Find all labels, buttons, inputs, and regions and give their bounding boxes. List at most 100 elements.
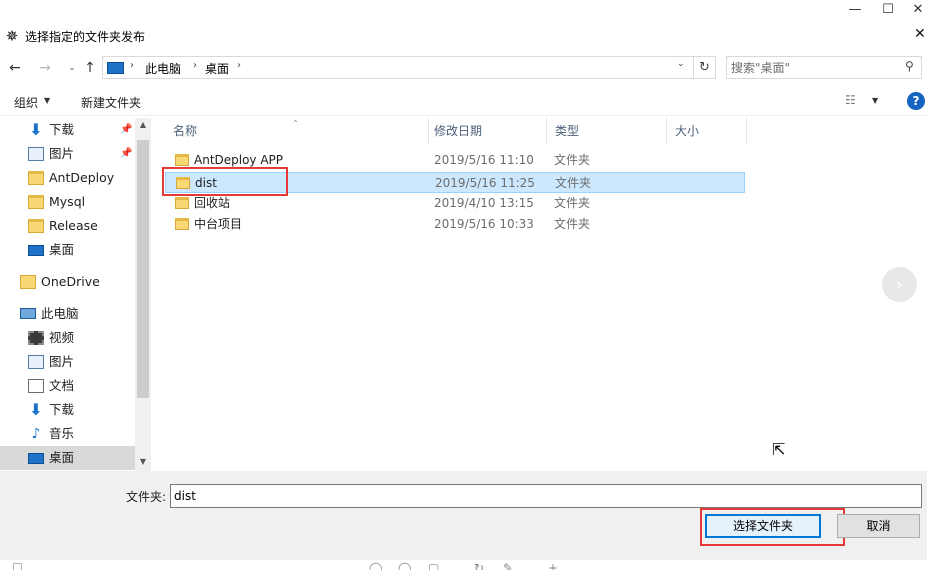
circle-icon[interactable]: ◯	[398, 562, 411, 570]
back-arrow-icon[interactable]: ←	[5, 57, 25, 79]
sidebar-item-label: 桌面	[49, 450, 75, 465]
file-date: 2019/5/16 10:33	[434, 217, 534, 231]
cancel-button[interactable]: 取消	[837, 514, 920, 538]
download-icon: ⬇	[29, 120, 43, 139]
view-details-icon[interactable]: ☷	[845, 93, 856, 107]
pin-icon[interactable]: 📌	[120, 118, 132, 142]
next-arrow-icon[interactable]: ›	[882, 267, 917, 302]
sidebar-item-antdeploy[interactable]: AntDeploy	[0, 166, 135, 190]
breadcrumb-separator[interactable]: ›	[237, 60, 241, 71]
sidebar-item-release[interactable]: Release	[0, 214, 135, 238]
sidebar-item-label: 下载	[49, 402, 75, 417]
dialog-close-icon[interactable]: ✕	[914, 26, 926, 42]
caret-down-icon[interactable]: ▼	[44, 96, 50, 105]
breadcrumb-desktop[interactable]: 桌面	[205, 60, 229, 77]
column-header-size[interactable]: 大小	[667, 118, 747, 144]
sidebar-item-label: 图片	[49, 146, 75, 161]
sidebar-item-mysql[interactable]: Mysql	[0, 190, 135, 214]
column-header-date[interactable]: 修改日期	[426, 118, 547, 144]
ant-icon: ✵	[5, 27, 19, 45]
square-icon[interactable]: ▢	[428, 562, 439, 570]
command-toolbar: 组织 ▼ 新建文件夹 ☷ ▼ ?	[0, 86, 927, 116]
sidebar-item-documents[interactable]: 文档	[0, 374, 135, 398]
folder-name-input[interactable]	[170, 484, 922, 508]
close-button[interactable]: ✕	[900, 0, 927, 20]
column-header-type[interactable]: 类型	[547, 118, 667, 144]
new-folder-button[interactable]: 新建文件夹	[81, 94, 141, 111]
folder-icon	[28, 171, 44, 185]
sort-ascending-icon: ⌃	[292, 119, 299, 128]
sidebar-item-label: 桌面	[49, 242, 75, 257]
file-type: 文件夹	[554, 196, 591, 210]
file-name: 中台项目	[194, 217, 243, 231]
sidebar-item-downloads[interactable]: ⬇ 下载	[0, 398, 135, 422]
sidebar-item-onedrive[interactable]: OneDrive	[0, 270, 135, 294]
documents-icon	[28, 379, 44, 393]
chevron-down-icon[interactable]: ⌄	[677, 59, 685, 69]
pictures-icon	[28, 355, 44, 369]
minimize-button[interactable]: —	[837, 0, 873, 20]
circle-icon[interactable]: ◯	[369, 562, 382, 570]
organize-button[interactable]: 组织	[14, 94, 38, 111]
table-row[interactable]: 回收站 2019/4/10 13:15 文件夹	[165, 193, 745, 214]
highlight-box	[162, 167, 288, 196]
refresh-icon[interactable]: ↻	[694, 56, 716, 79]
checkbox-icon[interactable]: ☐	[12, 562, 23, 570]
breadcrumb-this-pc[interactable]: 此电脑	[145, 60, 181, 77]
file-type: 文件夹	[555, 176, 592, 190]
sidebar-item-desktop-quick[interactable]: 桌面	[0, 238, 135, 262]
caret-down-icon[interactable]: ▼	[872, 96, 878, 105]
sidebar-item-this-pc[interactable]: 此电脑	[0, 302, 135, 326]
pc-icon	[107, 62, 124, 74]
address-bar[interactable]: › 此电脑 › 桌面 › ⌄	[102, 56, 694, 79]
download-icon: ⬇	[29, 400, 43, 419]
help-icon[interactable]: ?	[907, 92, 925, 110]
sidebar-item-pictures-quick[interactable]: 图片 📌	[0, 142, 135, 166]
mouse-cursor-icon: ⇱	[772, 440, 786, 459]
folder-label: 文件夹:	[126, 490, 167, 504]
table-row[interactable]: 中台项目 2019/5/16 10:33 文件夹	[165, 214, 745, 235]
scrollbar-thumb[interactable]	[137, 140, 149, 398]
up-arrow-icon[interactable]: ↑	[80, 57, 100, 79]
sidebar-item-downloads-quick[interactable]: ⬇ 下载 📌	[0, 118, 135, 142]
address-row: ← → ⌄ ↑ › 此电脑 › 桌面 › ⌄ ↻ ⚲	[0, 54, 927, 82]
chevron-down-icon[interactable]: ⌄	[62, 57, 82, 79]
sidebar-item-label: OneDrive	[41, 274, 100, 289]
breadcrumb-separator[interactable]: ›	[193, 60, 197, 71]
breadcrumb-separator[interactable]: ›	[130, 60, 134, 71]
sidebar-item-label: 此电脑	[41, 306, 79, 321]
bottom-strip	[0, 560, 927, 570]
file-type: 文件夹	[554, 153, 591, 167]
sidebar-item-label: 图片	[49, 354, 75, 369]
search-icon[interactable]: ⚲	[905, 59, 914, 73]
pc-icon	[20, 308, 36, 319]
music-icon: ♪	[31, 426, 41, 442]
file-date: 2019/5/16 11:25	[435, 176, 535, 190]
desktop-icon	[28, 245, 44, 256]
onedrive-icon	[20, 275, 36, 289]
file-name: 回收站	[194, 196, 231, 210]
scroll-up-icon[interactable]: ▲	[135, 120, 151, 129]
sidebar-item-videos[interactable]: 视频	[0, 326, 135, 350]
pictures-icon	[28, 147, 44, 161]
video-icon	[28, 331, 44, 345]
pen-icon[interactable]: ✎	[503, 562, 513, 570]
sidebar-item-label: Release	[49, 218, 98, 233]
folder-icon	[175, 197, 189, 209]
sidebar-item-pictures[interactable]: 图片	[0, 350, 135, 374]
sidebar-item-desktop[interactable]: 桌面	[0, 446, 135, 470]
window-title: 选择指定的文件夹发布	[25, 30, 146, 44]
sidebar-item-label: 下载	[49, 122, 75, 137]
desktop-icon	[28, 453, 44, 464]
folder-icon	[28, 219, 44, 233]
search-input[interactable]	[731, 59, 901, 76]
pin-icon[interactable]: 📌	[120, 142, 132, 166]
sidebar-item-music[interactable]: ♪ 音乐	[0, 422, 135, 446]
scroll-down-icon[interactable]: ▼	[135, 457, 151, 466]
highlight-box	[700, 508, 845, 546]
forward-arrow-icon[interactable]: →	[35, 57, 55, 79]
plus-icon[interactable]: +	[548, 562, 558, 570]
search-box[interactable]: ⚲	[726, 56, 922, 79]
refresh-icon[interactable]: ↻	[474, 562, 484, 570]
sidebar-item-label: 音乐	[49, 426, 75, 441]
